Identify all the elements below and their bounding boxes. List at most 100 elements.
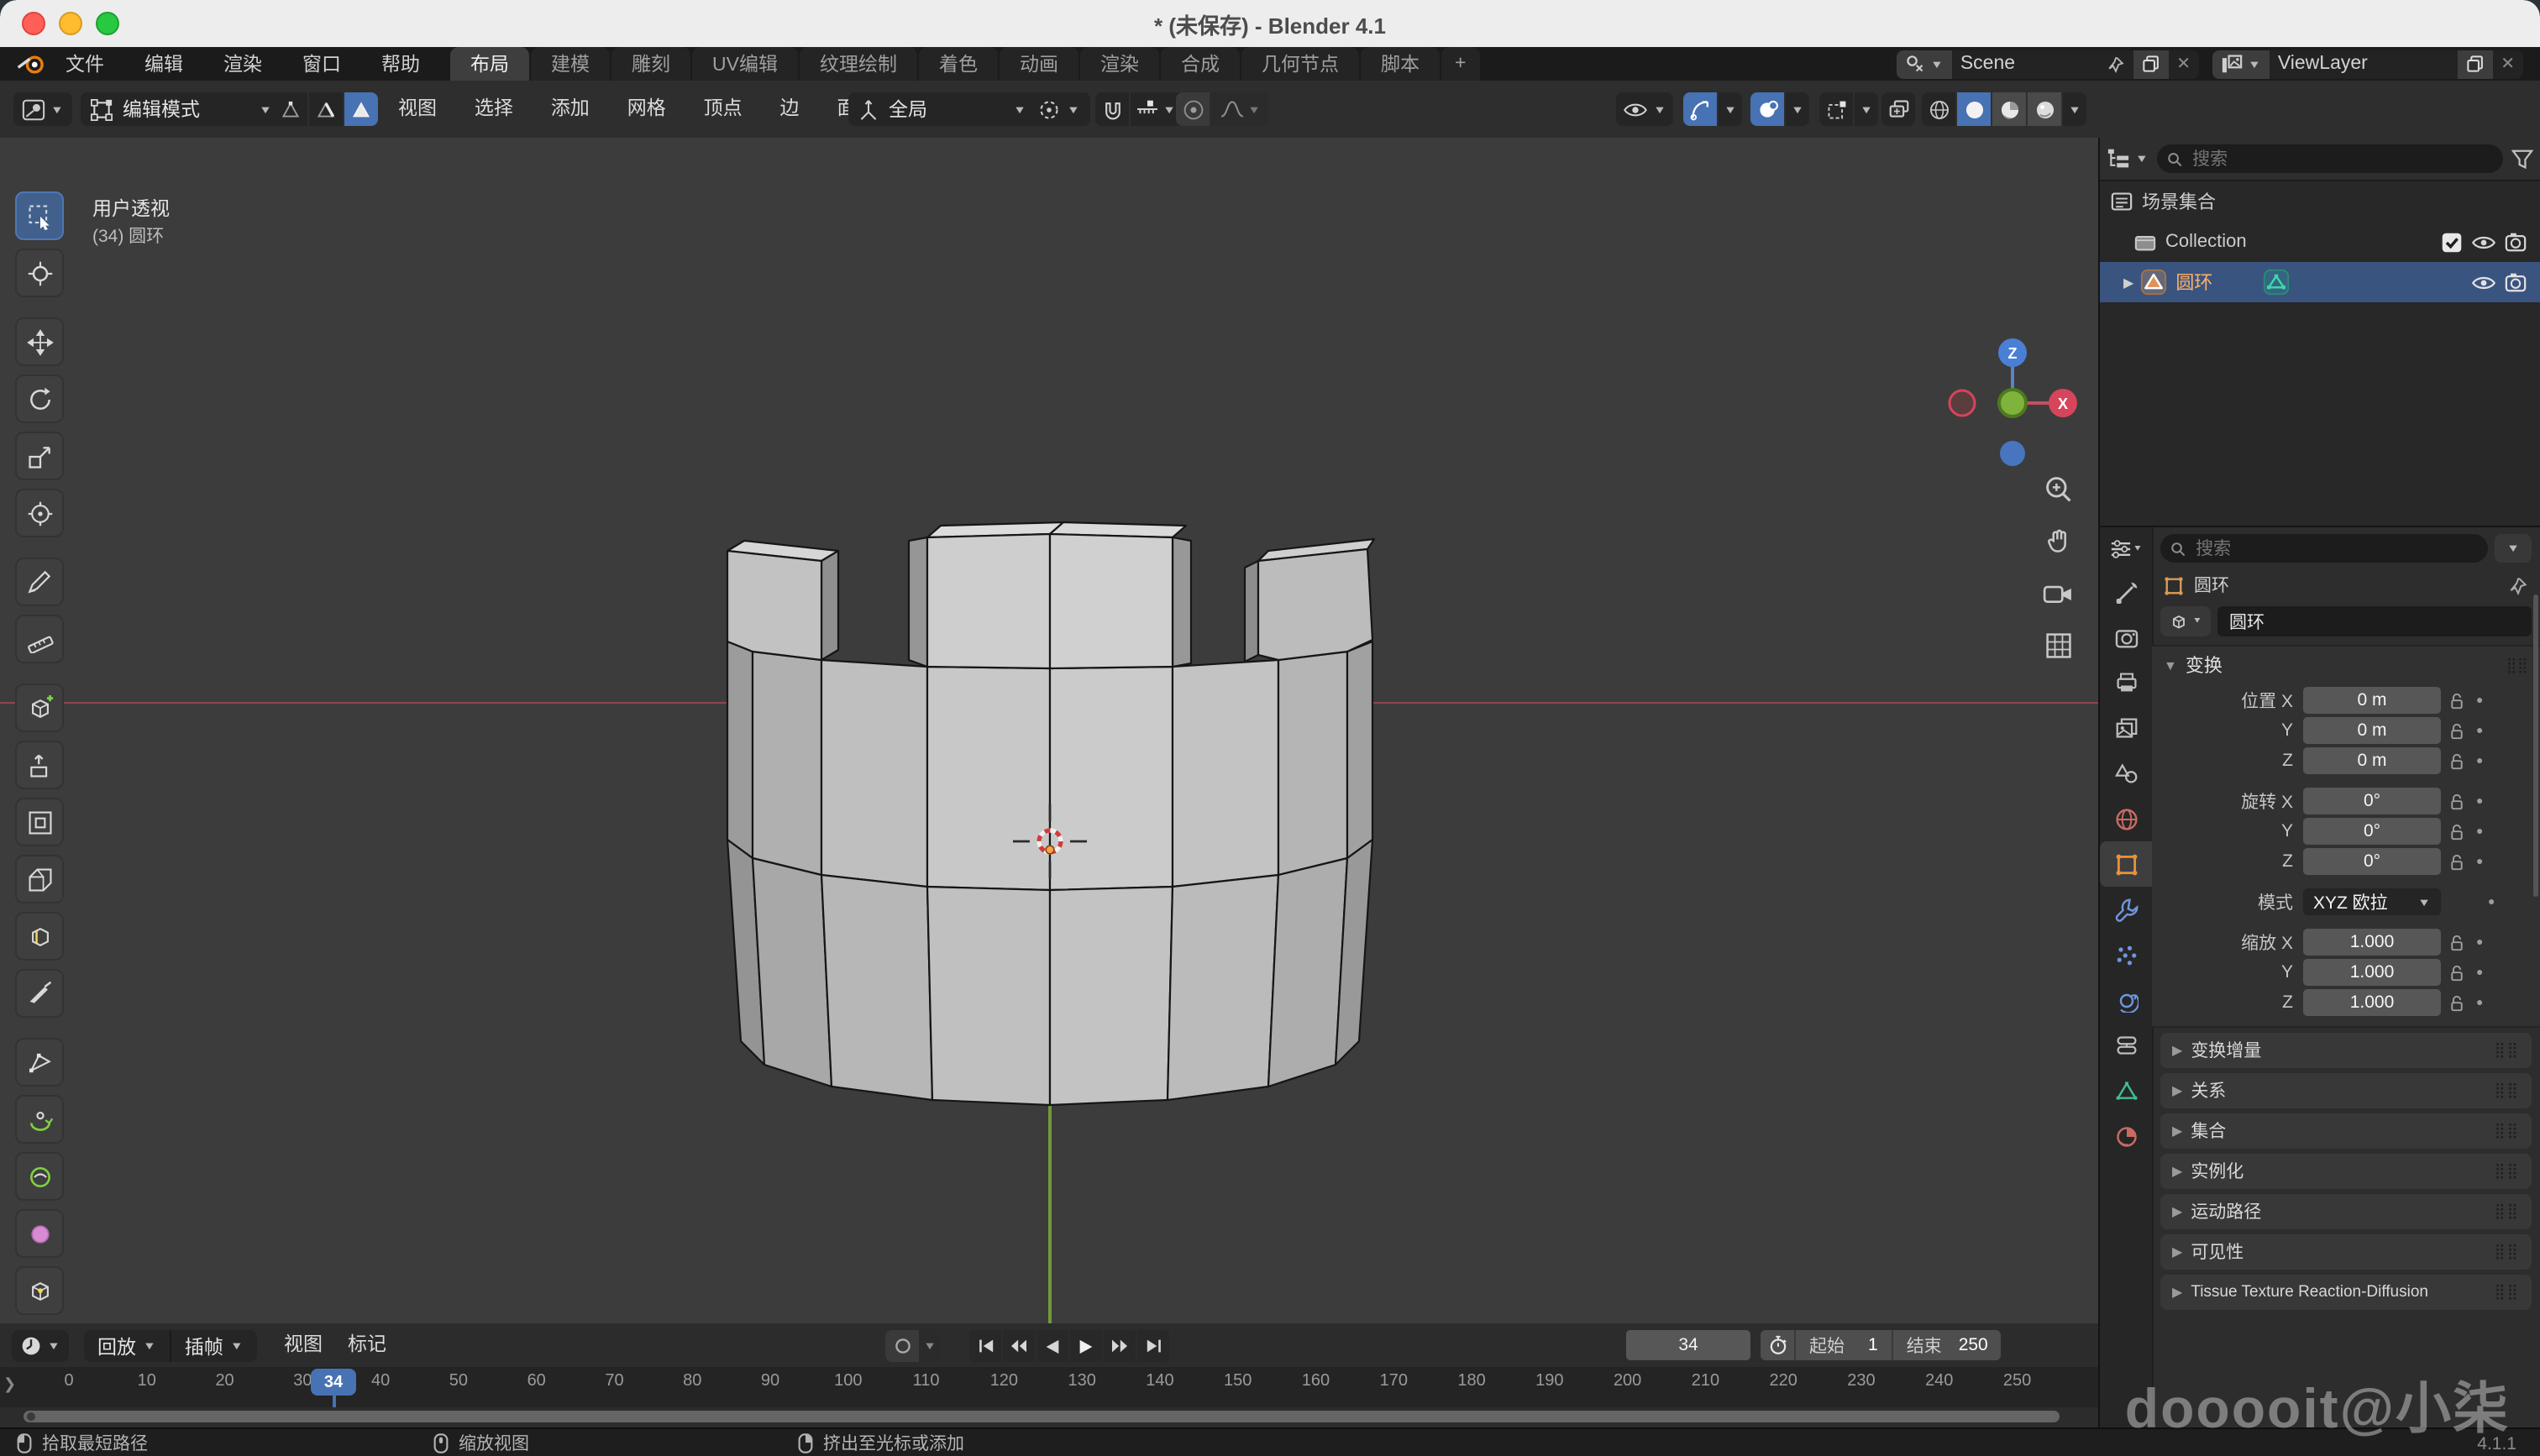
proportional-edit-toggle[interactable] [1176,92,1210,126]
section-tissue[interactable]: ▶Tissue Texture Reaction-Diffusion⣿⣿ [2160,1275,2532,1310]
section-transform-delta[interactable]: ▶变换增量⣿⣿ [2160,1033,2532,1068]
tool-extrude-region[interactable] [15,741,64,789]
workspace-tab-texturepaint[interactable]: 纹理绘制 [800,47,917,81]
scene-unlink-button[interactable]: ✕ [2168,50,2199,78]
show-gizmo-toggle[interactable] [1683,92,1717,126]
jump-to-start-button[interactable] [969,1330,1001,1362]
tool-measure[interactable] [15,615,64,663]
menu-keying[interactable]: 插帧▼ [171,1333,257,1359]
timeline-scrollbar[interactable] [0,1407,2098,1427]
menu-edit[interactable]: 编辑 [124,47,203,81]
workspace-tab-shading[interactable]: 着色 [919,47,998,81]
outliner-editor-type-button[interactable]: ▼ [2107,148,2149,170]
overlays-dropdown[interactable]: ▼ [1786,92,1809,126]
workspace-tab-animation[interactable]: 动画 [1000,47,1078,81]
object-id-dropdown[interactable]: ▼ [2160,606,2211,636]
blender-logo-icon[interactable] [17,53,45,75]
visibility-dropdown[interactable]: ▼ [1616,92,1673,126]
shading-material-button[interactable] [1992,92,2026,126]
current-frame-field[interactable]: 34 [1626,1330,1750,1360]
section-motion-paths[interactable]: ▶运动路径⣿⣿ [2160,1194,2532,1229]
rotation-x-field[interactable]: 0° [2303,788,2441,814]
snap-target-dropdown[interactable]: ▼ [1131,92,1181,126]
rotation-z-field[interactable]: 0° [2303,848,2441,875]
shading-rendered-button[interactable] [2028,92,2061,126]
lock-icon[interactable] [2449,852,2464,871]
location-z-field[interactable]: 0 m [2303,747,2441,774]
workspace-tab-layout[interactable]: 布局 [450,47,529,81]
menu-file[interactable]: 文件 [45,47,124,81]
menu-help[interactable]: 帮助 [361,47,440,81]
section-collections[interactable]: ▶集合⣿⣿ [2160,1113,2532,1149]
region-toggle-arrow[interactable]: ❯ [3,1375,16,1394]
workspace-tab-compositing[interactable]: 合成 [1161,47,1240,81]
lock-icon[interactable] [2449,963,2464,982]
tab-material[interactable] [2100,1113,2152,1159]
tab-object[interactable] [2100,841,2152,887]
workspace-tab-uv[interactable]: UV编辑 [692,47,798,81]
edge-select-button[interactable] [309,92,343,126]
scale-z-field[interactable]: 1.000 [2303,989,2441,1016]
menu-window[interactable]: 窗口 [282,47,361,81]
tab-particles[interactable] [2100,932,2152,977]
mode-dropdown[interactable]: 编辑模式 ▼ [81,92,282,126]
tab-physics[interactable] [2100,977,2152,1023]
outliner-row-scene-collection[interactable]: 场景集合 [2100,181,2540,222]
menu-select[interactable]: 选择 [459,81,528,138]
animate-dot[interactable]: ● [2476,755,2483,767]
scale-x-field[interactable]: 1.000 [2303,929,2441,956]
play-button[interactable] [1070,1330,1102,1362]
tool-cursor[interactable] [15,249,64,297]
tool-smooth[interactable] [15,1152,64,1201]
tab-constraints[interactable] [2100,1023,2152,1068]
outliner-row-collection[interactable]: Collection [2100,222,2540,262]
properties-scrollbar[interactable] [2533,594,2538,897]
use-preview-range-toggle[interactable] [1761,1330,1794,1360]
gizmo-dropdown[interactable]: ▼ [1719,92,1742,126]
show-overlays-toggle[interactable] [1750,92,1784,126]
next-keyframe-button[interactable] [1104,1330,1136,1362]
vertex-select-button[interactable] [274,92,307,126]
pivot-point-dropdown[interactable]: ▼ [1028,92,1090,126]
animate-dot[interactable]: ● [2476,725,2483,736]
zoom-view-icon[interactable] [2039,470,2076,507]
viewlayer-new-button[interactable] [2457,50,2492,78]
timeline-editor-type-button[interactable]: ▼ [12,1330,69,1362]
section-visibility[interactable]: ▶可见性⣿⣿ [2160,1234,2532,1270]
transform-orientation-dropdown[interactable]: 全局 ▼ [848,92,1036,126]
lock-icon[interactable] [2449,822,2464,841]
section-relations[interactable]: ▶关系⣿⣿ [2160,1073,2532,1108]
play-reverse-button[interactable] [1036,1330,1068,1362]
tab-modifiers[interactable] [2100,887,2152,932]
playhead[interactable]: 34 [311,1369,356,1396]
section-instancing[interactable]: ▶实例化⣿⣿ [2160,1154,2532,1189]
add-workspace-button[interactable]: + [1441,47,1479,81]
lock-icon[interactable] [2449,792,2464,810]
lock-icon[interactable] [2449,993,2464,1012]
shading-wireframe-button[interactable] [1922,92,1955,126]
animate-dot[interactable]: ● [2476,825,2483,837]
tool-rotate[interactable] [15,374,64,423]
face-select-button[interactable] [344,92,378,126]
location-x-field[interactable]: 0 m [2303,687,2441,714]
workspace-tab-modeling[interactable]: 建模 [531,47,610,81]
autokey-dropdown[interactable]: ▼ [919,1330,941,1362]
animate-dot[interactable]: ● [2476,997,2483,1008]
timeline-ruler[interactable]: ❯ 01020304050607080901001101201301401501… [0,1367,2098,1407]
editor-type-button[interactable]: ▼ [13,92,72,126]
start-frame-field[interactable]: 起始 1 [1796,1330,1892,1360]
outliner-search[interactable] [2157,144,2503,173]
outliner-search-input[interactable] [2189,147,2493,170]
tool-select-box[interactable] [15,191,64,240]
camera-view-icon[interactable] [2039,574,2076,611]
tool-move[interactable] [15,317,64,366]
autokey-toggle[interactable] [885,1330,919,1362]
menu-view[interactable]: 视图 [383,81,452,138]
tool-edge-slide[interactable] [15,1266,64,1315]
location-y-field[interactable]: 0 m [2303,717,2441,744]
tab-viewlayer[interactable] [2100,705,2152,751]
mesh-object[interactable] [706,373,1411,1145]
tab-scene[interactable] [2100,751,2152,796]
tab-tool[interactable] [2100,569,2152,615]
shading-solid-button[interactable] [1957,92,1991,126]
